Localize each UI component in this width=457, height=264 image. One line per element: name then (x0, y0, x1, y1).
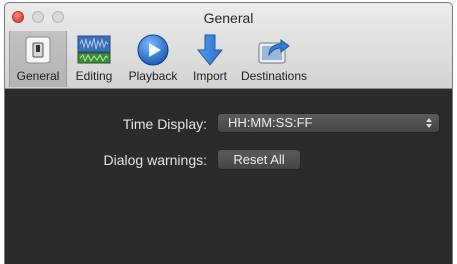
window-title: General (203, 10, 254, 26)
tab-editing-label: Editing (75, 69, 113, 83)
tab-import-label: Import (192, 69, 227, 83)
time-display-popup[interactable]: HH:MM:SS:FF (217, 113, 440, 133)
time-display-value: HH:MM:SS:FF (228, 115, 313, 130)
tab-playback[interactable]: Playback (121, 31, 185, 87)
time-display-label: Time Display: (122, 116, 207, 132)
tab-editing[interactable]: Editing (67, 31, 121, 87)
tab-general-label: General (16, 69, 60, 83)
import-arrow-icon (193, 34, 227, 66)
preferences-window: General General Editing Playback Import … (4, 2, 453, 264)
preferences-toolbar: General Editing Playback Import Destinat… (9, 31, 313, 87)
popup-arrows-icon (426, 118, 432, 128)
reset-all-button[interactable]: Reset All (217, 149, 301, 170)
general-switch-icon (21, 34, 55, 66)
tab-playback-label: Playback (128, 69, 178, 83)
titlebar: General General Editing Playback Import … (5, 3, 452, 89)
editing-waveform-icon (77, 34, 111, 66)
tab-destinations-label: Destinations (240, 69, 308, 83)
tab-import[interactable]: Import (185, 31, 235, 87)
tab-destinations[interactable]: Destinations (235, 31, 313, 87)
dialog-warnings-label: Dialog warnings: (103, 152, 208, 168)
destinations-share-icon (257, 34, 291, 66)
general-preferences-pane: Time Display: HH:MM:SS:FF Dialog warning… (5, 89, 452, 264)
playback-play-icon (136, 34, 170, 66)
tab-general[interactable]: General (9, 31, 67, 87)
